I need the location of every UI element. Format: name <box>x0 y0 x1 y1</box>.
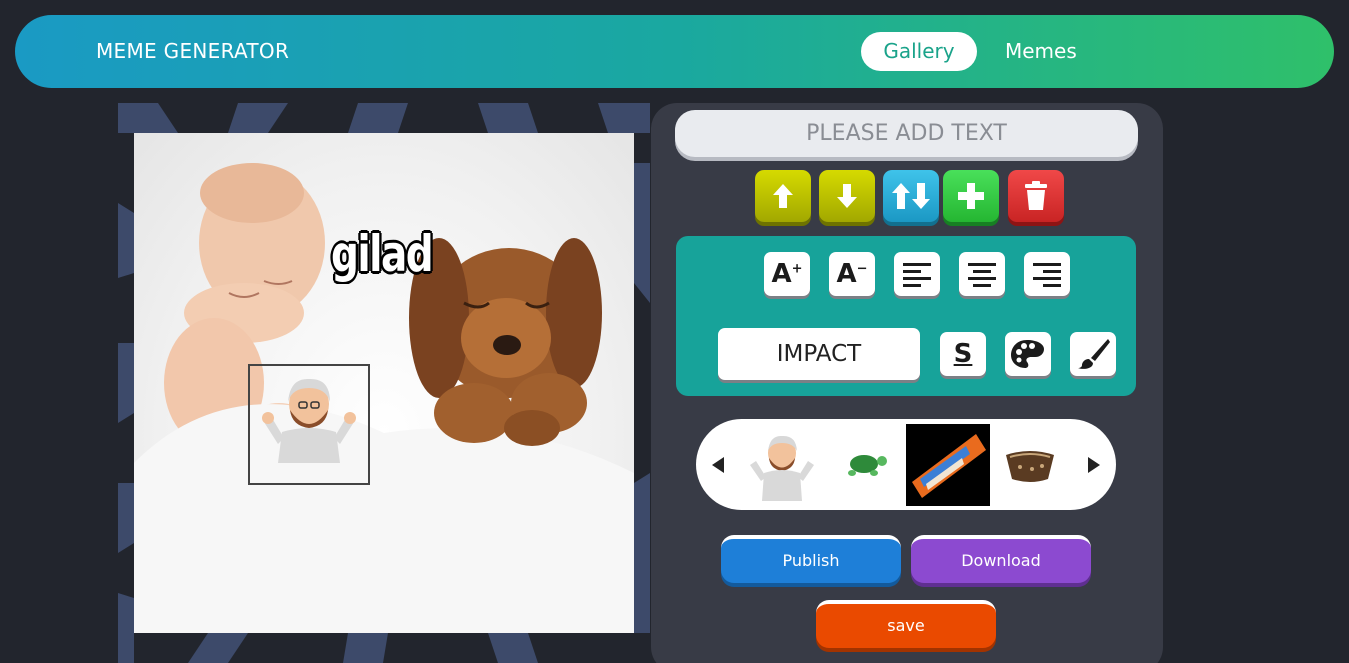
font-increase-icon: A+ <box>771 259 803 289</box>
arrow-up-icon <box>773 184 793 208</box>
switch-lines-button[interactable] <box>883 170 939 222</box>
meme-caption[interactable]: gilad <box>331 225 434 283</box>
align-right-button[interactable] <box>1024 252 1070 296</box>
swap-arrows-icon <box>892 183 930 209</box>
align-left-button[interactable] <box>894 252 940 296</box>
align-center-icon <box>968 263 996 287</box>
header-bar: MEME GENERATOR Gallery Memes <box>15 15 1334 88</box>
meme-canvas[interactable]: gilad <box>134 133 634 633</box>
sticker-bag[interactable] <box>1002 445 1058 485</box>
stroke-color-button[interactable]: S <box>940 332 986 376</box>
nav-memes[interactable]: Memes <box>1005 32 1077 71</box>
supreme-sticker-art <box>912 434 986 498</box>
save-button[interactable]: save <box>816 600 996 648</box>
trash-icon <box>1025 181 1047 210</box>
meme-text-input[interactable] <box>675 110 1138 157</box>
fill-color-button[interactable] <box>1005 332 1051 376</box>
decrease-font-button[interactable]: A− <box>829 252 875 296</box>
download-button[interactable]: Download <box>911 535 1091 583</box>
baby-image <box>134 163 634 633</box>
sticker-man-shrug[interactable] <box>744 431 820 503</box>
arrow-down-icon <box>837 184 857 208</box>
sticker-carousel <box>696 419 1116 510</box>
move-line-down-button[interactable] <box>819 170 875 222</box>
brush-icon <box>1078 339 1110 369</box>
font-family-select[interactable]: IMPACT <box>718 328 920 380</box>
sticker-turtle[interactable] <box>842 449 888 479</box>
font-decrease-icon: A− <box>836 259 868 289</box>
carousel-next-icon[interactable] <box>1088 457 1100 473</box>
man-shrug-emoji <box>262 378 356 463</box>
carousel-prev-icon[interactable] <box>712 457 724 473</box>
align-left-icon <box>903 263 931 287</box>
increase-font-button[interactable]: A+ <box>764 252 810 296</box>
plus-icon <box>958 183 984 209</box>
sticker-supreme[interactable] <box>906 424 990 506</box>
app-logo[interactable]: MEME GENERATOR <box>96 39 289 63</box>
stroke-icon: S <box>953 339 973 369</box>
nav-gallery[interactable]: Gallery <box>861 32 977 71</box>
align-right-icon <box>1033 263 1061 287</box>
add-line-button[interactable] <box>943 170 999 222</box>
brush-color-button[interactable] <box>1070 332 1116 376</box>
palette-icon <box>1011 340 1044 368</box>
move-line-up-button[interactable] <box>755 170 811 222</box>
align-center-button[interactable] <box>959 252 1005 296</box>
publish-button[interactable]: Publish <box>721 535 901 583</box>
selected-sticker-frame[interactable] <box>248 364 370 485</box>
delete-line-button[interactable] <box>1008 170 1064 222</box>
